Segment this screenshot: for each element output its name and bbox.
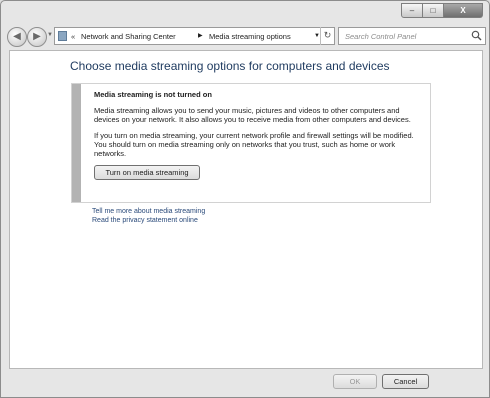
address-bar[interactable]: « Network and Sharing Center ▶ Media str…	[54, 27, 335, 45]
breadcrumb-separator-icon[interactable]: ▶	[198, 28, 203, 45]
address-overflow-chevron[interactable]: «	[71, 28, 75, 45]
breadcrumb-network-sharing-center[interactable]: Network and Sharing Center	[81, 28, 176, 45]
info-box: Media streaming is not turned on Media s…	[71, 83, 431, 203]
search-input[interactable]: Search Control Panel	[338, 27, 486, 45]
info-heading: Media streaming is not turned on	[94, 90, 212, 99]
minimize-button[interactable]: –	[401, 3, 423, 18]
forward-button[interactable]: ▶	[27, 27, 47, 47]
privacy-statement-link[interactable]: Read the privacy statement online	[92, 217, 198, 224]
content-pane: Choose media streaming options for compu…	[9, 50, 483, 369]
caption-buttons: – □ X	[401, 3, 483, 18]
turn-on-media-streaming-button[interactable]: Turn on media streaming	[94, 165, 200, 180]
cancel-button[interactable]: Cancel	[382, 374, 429, 389]
back-button[interactable]: ◀	[7, 27, 27, 47]
recent-pages-dropdown-icon[interactable]: ▼	[47, 32, 53, 38]
ok-button[interactable]: OK	[333, 374, 377, 389]
maximize-button[interactable]: □	[423, 3, 444, 18]
search-placeholder: Search Control Panel	[345, 32, 417, 41]
footer: OK Cancel	[1, 368, 489, 397]
tell-me-more-link[interactable]: Tell me more about media streaming	[92, 208, 205, 215]
info-paragraph-1: Media streaming allows you to send your …	[94, 106, 411, 124]
control-panel-icon	[58, 31, 67, 41]
navigation-bar: ◀ ▶ ▼ « Network and Sharing Center ▶ Med…	[1, 23, 489, 49]
refresh-icon[interactable]: ↻	[320, 27, 334, 45]
info-paragraph-2: If you turn on media streaming, your cur…	[94, 131, 414, 158]
page-title: Choose media streaming options for compu…	[70, 59, 390, 73]
window: – □ X ◀ ▶ ▼ « Network and Sharing Center…	[0, 0, 490, 398]
breadcrumb-media-streaming-options[interactable]: Media streaming options	[209, 28, 291, 45]
search-icon[interactable]	[471, 30, 482, 41]
info-box-body: Media streaming is not turned on Media s…	[94, 90, 424, 180]
info-box-accent-bar	[72, 84, 81, 202]
close-button[interactable]: X	[444, 3, 483, 18]
